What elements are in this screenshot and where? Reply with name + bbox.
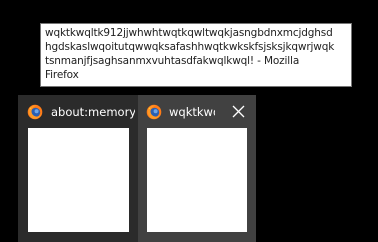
firefox-icon (27, 104, 43, 120)
thumbnail-title: wqktkwqltk912jjwhwhtwqtkqwltwqkjasngbdnx… (169, 105, 215, 119)
window-thumbnail-selected[interactable]: wqktkwqltk912jjwhwhtwqtkqwltwqkjasngbdnx… (138, 95, 256, 242)
close-button[interactable] (230, 103, 247, 120)
taskbar-thumbnail-popup: wqktkwqltk912jjwhwhtwqtkqwltwqkjasngbdnx… (0, 0, 378, 242)
window-preview[interactable] (28, 128, 129, 232)
tooltip-line: Firefox (45, 69, 79, 81)
thumbnail-header: about:memory (18, 95, 139, 128)
firefox-icon (146, 104, 162, 120)
tooltip-line: tsnmanjfjsaghsanmxvuhtasdfakwqlkwql! - M… (45, 55, 300, 67)
window-thumbnail-about-memory[interactable]: about:memory (18, 95, 139, 242)
window-title-tooltip: wqktkwqltk912jjwhwhtwqtkqwltwqkjasngbdnx… (40, 23, 352, 87)
tooltip-line: wqktkwqltk912jjwhwhtwqtkqwltwqkjasngbdnx… (45, 27, 333, 39)
tooltip-line: hgdskaslwqoitutqwwqksafashhwqtkwkskfsjsk… (45, 41, 335, 53)
thumbnail-title: about:memory (51, 105, 135, 119)
thumbnail-header: wqktkwqltk912jjwhwhtwqtkqwltwqkjasngbdnx… (138, 95, 256, 128)
close-icon[interactable] (230, 103, 247, 120)
window-preview[interactable] (147, 128, 247, 232)
